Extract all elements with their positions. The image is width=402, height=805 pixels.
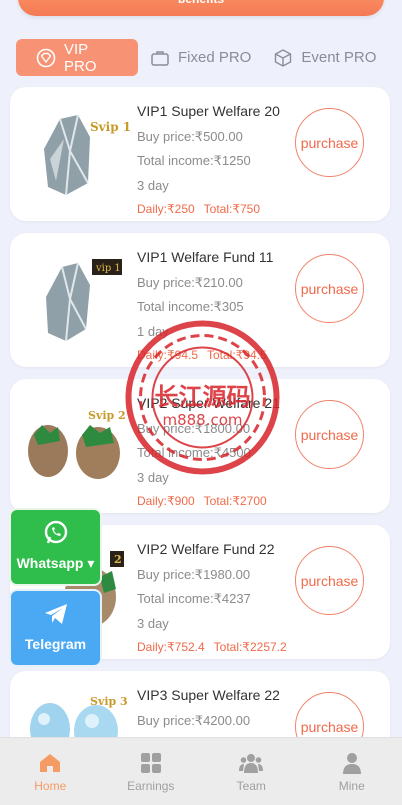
tab-fixed-pro[interactable]: Fixed PRO bbox=[150, 39, 251, 76]
period: 3 day bbox=[137, 616, 169, 631]
benefits-banner[interactable]: benefits bbox=[18, 0, 384, 16]
grid-icon bbox=[140, 753, 161, 773]
nav-label: Earnings bbox=[127, 779, 175, 793]
nav-label: Home bbox=[34, 779, 67, 793]
user-icon bbox=[342, 753, 361, 774]
watermark-line1: 长江源码 bbox=[155, 383, 251, 411]
nav-earnings[interactable]: Earnings bbox=[101, 738, 202, 805]
bottom-nav: Home Earnings Team Mine bbox=[0, 737, 402, 805]
tab-event-pro[interactable]: Event PRO bbox=[273, 39, 376, 76]
daily-total: Daily:₹900 Total:₹2700 bbox=[137, 494, 267, 508]
total-return: Total:₹2257.2 bbox=[213, 640, 287, 654]
total-income: Total income:₹1250 bbox=[137, 153, 251, 168]
telegram-button[interactable]: Telegram bbox=[9, 589, 102, 667]
purchase-button[interactable]: purchase bbox=[295, 108, 364, 177]
diamond-icon bbox=[36, 48, 56, 68]
nav-mine[interactable]: Mine bbox=[302, 738, 402, 805]
total-return: Total:₹750 bbox=[203, 202, 261, 216]
product-title: VIP1 Welfare Fund 11 bbox=[137, 249, 274, 265]
watermark-line2: m888.com bbox=[162, 411, 242, 429]
tab-vip-pro[interactable]: VIP PRO bbox=[16, 39, 138, 76]
nav-label: Team bbox=[236, 779, 266, 793]
total-return: Total:₹2700 bbox=[203, 494, 267, 508]
telegram-icon bbox=[44, 604, 67, 624]
nav-home[interactable]: Home bbox=[0, 738, 101, 805]
whatsapp-button[interactable]: Whatsapp ▾ bbox=[9, 508, 102, 586]
product-card: Svip 1 VIP1 Super Welfare 20 Buy price:₹… bbox=[10, 87, 390, 221]
purchase-button[interactable]: purchase bbox=[295, 546, 364, 615]
crystal-image: Svip 1 bbox=[20, 99, 131, 209]
product-title: VIP1 Super Welfare 20 bbox=[137, 103, 280, 119]
period: 3 day bbox=[137, 178, 169, 193]
purchase-button[interactable]: purchase bbox=[295, 254, 364, 323]
banner-text: benefits bbox=[18, 0, 384, 6]
caret-down-icon: ▾ bbox=[87, 555, 95, 571]
daily-total: Daily:₹752.4 Total:₹2257.2 bbox=[137, 640, 287, 654]
box-icon bbox=[273, 48, 293, 68]
badge-text: Svip 1 bbox=[90, 120, 130, 134]
whatsapp-label: Whatsapp ▾ bbox=[16, 555, 95, 571]
buy-price: Buy price:₹4200.00 bbox=[137, 713, 251, 728]
team-icon bbox=[239, 754, 264, 773]
buy-price: Buy price:₹210.00 bbox=[137, 275, 243, 290]
product-title: VIP2 Welfare Fund 22 bbox=[137, 541, 275, 557]
purchase-button[interactable]: purchase bbox=[295, 400, 364, 469]
briefcase-icon bbox=[150, 48, 170, 68]
total-income: Total income:₹305 bbox=[137, 299, 244, 314]
daily-income: Daily:₹900 bbox=[137, 494, 195, 508]
total-income: Total income:₹4237 bbox=[137, 591, 251, 606]
product-tabs: VIP PRO Fixed PRO Event PRO bbox=[16, 39, 376, 76]
daily-income: Daily:₹250 bbox=[137, 202, 195, 216]
buy-price: Buy price:₹1980.00 bbox=[137, 567, 251, 582]
whatsapp-icon bbox=[44, 520, 67, 544]
daily-income: Daily:₹752.4 bbox=[137, 640, 205, 654]
nav-label: Mine bbox=[338, 779, 365, 793]
daily-total: Daily:₹250 Total:₹750 bbox=[137, 202, 260, 216]
crystal-image: vip 1 bbox=[20, 245, 130, 355]
badge-text: Svip 3 bbox=[90, 695, 128, 708]
tab-label: VIP PRO bbox=[64, 40, 97, 75]
tab-label: Fixed PRO bbox=[178, 49, 252, 66]
badge-text: Svip 2 bbox=[88, 409, 126, 422]
badge-text: vip 1 bbox=[95, 263, 121, 274]
product-title: VIP3 Super Welfare 22 bbox=[137, 687, 280, 703]
buy-price: Buy price:₹500.00 bbox=[137, 129, 243, 144]
home-icon bbox=[40, 754, 61, 772]
tab-label: Event PRO bbox=[301, 49, 377, 66]
watermark-seal: 长江源码 m888.com bbox=[124, 319, 281, 476]
crystal-image: Svip 2 bbox=[20, 391, 130, 501]
telegram-label: Telegram bbox=[24, 636, 87, 652]
badge-text: 2 bbox=[114, 553, 122, 566]
nav-team[interactable]: Team bbox=[201, 738, 302, 805]
